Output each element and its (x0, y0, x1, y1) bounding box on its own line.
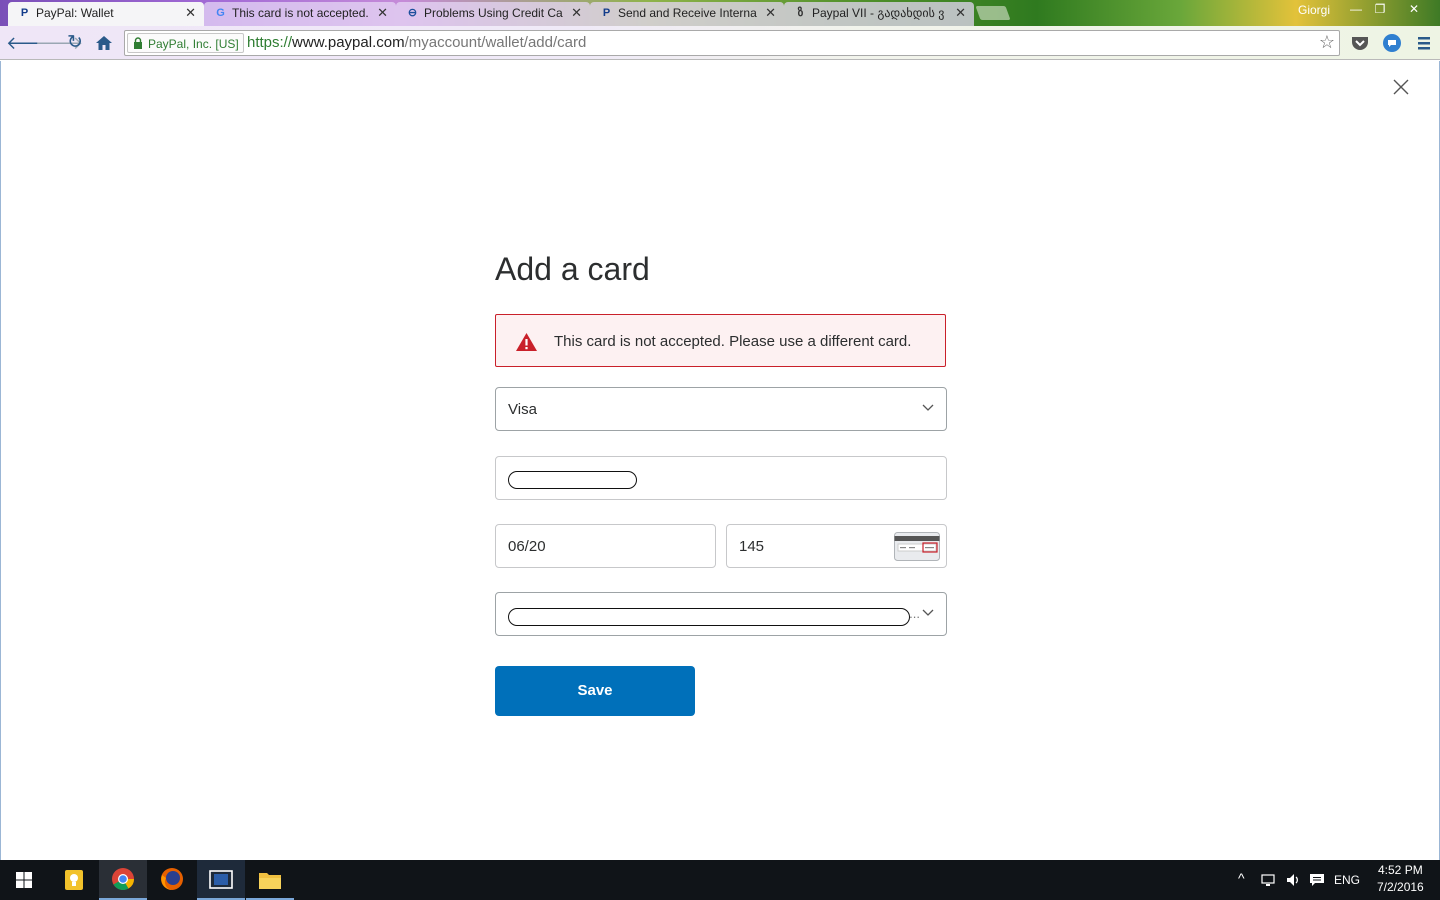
alert-message: This card is not accepted. Please use a … (554, 333, 912, 350)
tab-title: PayPal: Wallet (36, 6, 114, 20)
tab-send-receive[interactable]: P Send and Receive Interna ✕ (590, 2, 784, 26)
restore-icon[interactable]: ❐ (1367, 0, 1393, 20)
security-badge[interactable]: PayPal, Inc. [US] (127, 33, 244, 53)
security-badge-label: PayPal, Inc. [US] (148, 37, 239, 51)
reload-icon[interactable]: ↻ (64, 32, 86, 54)
redaction-mark (508, 608, 910, 626)
warning-icon (516, 333, 537, 351)
expiration-value: 06/20 (508, 538, 546, 555)
card-type-value: Visa (508, 401, 537, 418)
start-button[interactable] (0, 860, 48, 900)
browser-toolbar: 🡐 🡒 ↻ PayPal, Inc. [US] https://www.payp… (0, 26, 1440, 60)
tab-title: This card is not accepted. (232, 6, 369, 20)
tab-search-result[interactable]: G This card is not accepted. ✕ (204, 2, 396, 26)
close-icon[interactable]: ✕ (955, 2, 966, 24)
tab-title: Send and Receive Interna (618, 6, 757, 20)
taskbar: ^ ENG 4:52 PM 7/2/2016 (0, 860, 1440, 900)
tab-problems-credit-card[interactable]: ⊖ Problems Using Credit Ca ✕ (396, 2, 590, 26)
clock-time[interactable]: 4:52 PM (1378, 863, 1423, 877)
forward-icon[interactable]: 🡒 (35, 32, 83, 54)
tab-paypal-wallet[interactable]: P PayPal: Wallet ✕ (8, 2, 204, 26)
bookmark-star-icon[interactable]: ☆ (1319, 32, 1335, 53)
tab-title: Paypal VII - გადახდის ვ (812, 6, 945, 20)
close-icon[interactable]: ✕ (377, 2, 388, 24)
close-icon[interactable]: ✕ (571, 2, 582, 24)
google-icon: G (216, 7, 225, 19)
close-icon[interactable]: ✕ (765, 2, 776, 24)
new-tab-button[interactable] (975, 6, 1011, 20)
chevron-down-icon (922, 404, 934, 411)
window-close-icon[interactable]: ✕ (1401, 0, 1427, 20)
clock-date[interactable]: 7/2/2016 (1377, 880, 1424, 894)
expiration-field[interactable]: 06/20 (495, 524, 716, 568)
url-scheme: https:// (247, 34, 293, 51)
address-bar[interactable]: PayPal, Inc. [US] https://www.paypal.com… (124, 30, 1340, 56)
page-title: Add a card (495, 251, 650, 287)
media-app-icon[interactable] (197, 860, 245, 900)
url-text[interactable]: https://www.paypal.com/myaccount/wallet/… (247, 34, 586, 51)
card-type-select[interactable]: Visa (495, 387, 947, 431)
notifications-icon[interactable] (1309, 872, 1325, 888)
error-alert: This card is not accepted. Please use a … (495, 314, 946, 367)
menu-icon[interactable] (1414, 33, 1434, 53)
url-host: www.paypal.com (292, 34, 405, 51)
paypal-icon: P (602, 7, 611, 19)
windows-logo-icon (16, 872, 32, 888)
url-path: /myaccount/wallet/add/card (404, 34, 587, 51)
tips-app-icon[interactable] (50, 860, 98, 900)
redaction-mark (508, 471, 637, 489)
save-button[interactable]: Save (495, 666, 695, 716)
close-icon[interactable] (1391, 77, 1411, 97)
close-icon[interactable]: ✕ (185, 2, 196, 24)
tab-paypal-georgian[interactable]: ზ Paypal VII - გადახდის ვ ✕ (784, 2, 974, 26)
volume-icon[interactable] (1285, 872, 1301, 888)
csc-field[interactable]: 145 (726, 524, 947, 568)
address-ellipsis: ... (909, 606, 920, 621)
back-icon[interactable]: 🡐 (6, 32, 54, 54)
chrome-icon[interactable] (99, 860, 147, 900)
lock-icon (134, 37, 142, 49)
paypal-icon: P (20, 7, 29, 19)
profile-name[interactable]: Giorgi (1298, 3, 1330, 17)
minimize-icon[interactable]: — (1343, 0, 1369, 20)
tray-overflow-icon[interactable]: ^ (1238, 870, 1245, 886)
csc-value: 145 (739, 538, 765, 555)
tab-title: Problems Using Credit Ca (424, 6, 563, 20)
card-number-field[interactable] (495, 456, 947, 500)
billing-address-select[interactable]: ... (495, 592, 947, 636)
language-indicator[interactable]: ENG (1334, 873, 1360, 887)
site-icon: ზ (797, 7, 804, 19)
pocket-icon[interactable] (1350, 33, 1370, 53)
page-content: Add a card This card is not accepted. Pl… (0, 61, 1440, 860)
home-icon[interactable] (93, 32, 115, 54)
chevron-down-icon (922, 609, 934, 616)
file-explorer-icon[interactable] (246, 860, 294, 900)
forum-icon: ⊖ (407, 7, 418, 19)
firefox-icon[interactable] (148, 860, 196, 900)
tab-strip: P PayPal: Wallet ✕ G This card is not ac… (0, 0, 1440, 26)
messenger-icon[interactable] (1382, 33, 1402, 53)
card-back-icon (894, 532, 940, 561)
network-icon[interactable] (1261, 872, 1277, 888)
